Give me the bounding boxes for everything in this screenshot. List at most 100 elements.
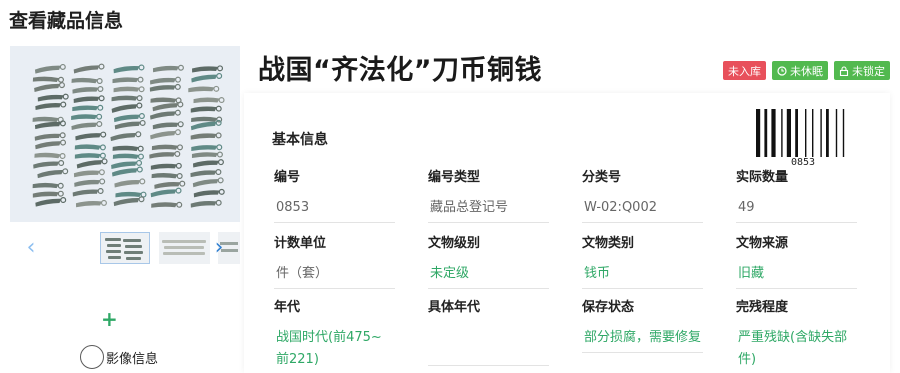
coin-shape — [32, 76, 64, 83]
coin-shape — [71, 121, 103, 131]
field-value[interactable] — [428, 322, 549, 366]
coin-shape — [73, 95, 105, 104]
item-title: 战国“齐法化”刀币铜钱 — [258, 55, 542, 86]
field-specific-era: 具体年代 — [428, 296, 549, 366]
coin-shape — [192, 65, 224, 73]
coin-shape — [72, 188, 104, 197]
media-tab-icon[interactable] — [80, 345, 104, 369]
thumbnail-1[interactable] — [100, 232, 150, 264]
field-value[interactable]: 严重残缺(含缺失部件) — [736, 322, 857, 373]
basic-info-card: 基本信息 0853 编号 0853 编号类型 藏品总登记号 分类号 W-02:Q… — [244, 93, 890, 373]
coin-shape — [150, 162, 182, 170]
coin-shape — [152, 64, 184, 73]
field-label: 分类号 — [582, 170, 622, 185]
coin-shape — [111, 159, 143, 169]
barcode-bar — [812, 109, 814, 157]
coin-shape — [190, 119, 222, 131]
coin-shape — [192, 159, 224, 168]
field-era: 年代 战国时代(前475~前221) — [274, 296, 395, 373]
thumbnail-strip: ‹ › — [10, 228, 240, 268]
barcode-bar — [826, 109, 829, 157]
chevron-right-icon[interactable]: › — [210, 234, 228, 262]
coin-shape — [114, 119, 146, 130]
coin-shape — [74, 144, 106, 151]
field-label: 计数单位 — [274, 236, 327, 251]
coin-shape — [150, 109, 181, 120]
field-count-unit: 计数单位 件（套） — [274, 232, 395, 289]
field-value: 藏品总登记号 — [428, 192, 549, 223]
coin-shape — [34, 152, 66, 160]
field-label: 文物类别 — [582, 236, 635, 251]
coin-shape — [191, 151, 223, 158]
coin-shape — [34, 132, 66, 141]
coin-shape — [110, 131, 142, 142]
plus-icon: + — [101, 307, 118, 331]
coin-shape — [32, 190, 64, 198]
coin-shape — [111, 166, 143, 177]
section-title: 基本信息 — [272, 132, 328, 148]
coin-shape — [71, 77, 103, 85]
coin-shape — [114, 178, 146, 188]
field-value: 49 — [736, 192, 857, 223]
coin-shape — [190, 105, 222, 113]
field-value: W-02:Q002 — [582, 192, 703, 223]
barcode-bar — [835, 109, 838, 157]
coin-shape — [149, 150, 181, 159]
add-media-button[interactable]: + — [101, 309, 118, 329]
coin-shape — [190, 132, 222, 140]
dormant-status-badge: 未休眠 — [772, 61, 828, 80]
coin-shape — [152, 121, 184, 130]
coin-shape — [112, 145, 144, 152]
field-value[interactable]: 战国时代(前475~前221) — [274, 322, 395, 373]
coin-shape — [75, 199, 107, 208]
coin-shape — [113, 113, 145, 123]
coin-shape — [37, 168, 69, 179]
chevron-left-icon[interactable]: ‹ — [22, 234, 40, 262]
coin-shape — [35, 197, 67, 207]
coin-shape — [75, 131, 107, 141]
coin-shape — [191, 72, 223, 83]
coin-shape — [32, 182, 64, 189]
coin-shape — [193, 188, 225, 198]
field-label: 完残程度 — [736, 300, 789, 315]
lock-status-badge: 未锁定 — [834, 61, 890, 80]
field-grade: 文物级别 未定级 — [428, 232, 549, 289]
storage-status-badge: 未入库 — [723, 61, 766, 80]
coin-shape — [112, 153, 144, 160]
barcode-bar — [764, 109, 768, 157]
field-value[interactable]: 部分损腐，需要修复 — [582, 322, 703, 353]
clock-icon — [777, 65, 787, 76]
field-label: 文物来源 — [736, 236, 789, 251]
field-value: 件（套） — [274, 258, 395, 289]
field-value[interactable]: 未定级 — [428, 258, 549, 289]
thumbnail-2[interactable] — [159, 232, 210, 264]
coin-shape — [37, 93, 69, 102]
media-tab-label[interactable]: 影像信息 — [106, 348, 158, 367]
coin-shape — [190, 169, 222, 178]
field-label: 编号类型 — [428, 170, 481, 185]
field-label: 文物级别 — [428, 236, 481, 251]
coin-shape — [193, 97, 225, 104]
field-value[interactable]: 钱币 — [582, 258, 703, 289]
coin-shape — [188, 85, 220, 93]
field-number-type: 编号类型 藏品总登记号 — [428, 166, 549, 223]
coin-shape — [113, 196, 145, 207]
coin-shape — [111, 95, 143, 102]
coin-shape — [34, 120, 66, 130]
coin-shape — [35, 139, 67, 150]
coin-shape — [72, 104, 104, 112]
barcode-bar — [786, 109, 791, 157]
coin-shape — [150, 187, 182, 198]
field-preservation: 保存状态 部分损腐，需要修复 — [582, 296, 703, 353]
dormant-status-text: 未休眠 — [790, 64, 823, 78]
coin-shape — [192, 177, 224, 188]
field-label: 具体年代 — [428, 300, 481, 315]
barcode — [756, 109, 845, 157]
coin-shape — [71, 113, 103, 120]
field-value[interactable]: 旧藏 — [736, 258, 857, 289]
item-main-photo[interactable] — [10, 46, 240, 222]
coin-shape — [151, 173, 183, 180]
coin-shape — [150, 97, 182, 104]
coin-shape — [34, 82, 65, 93]
coin-shape — [151, 144, 183, 151]
